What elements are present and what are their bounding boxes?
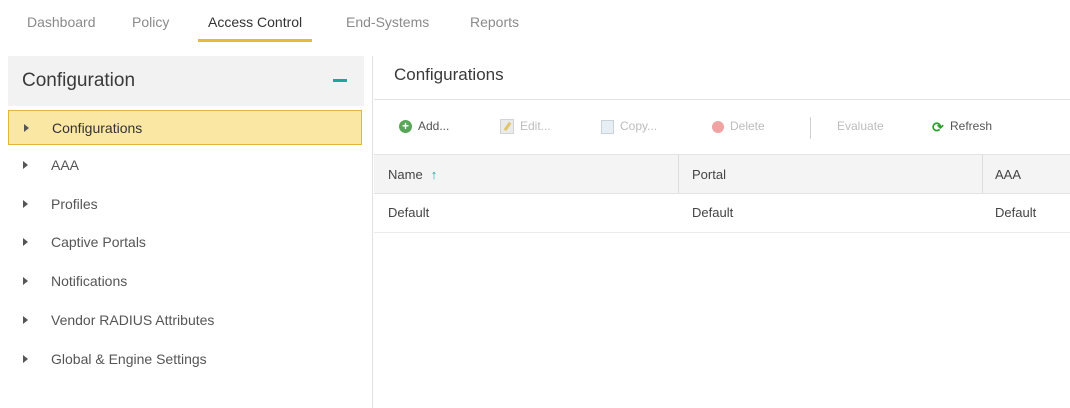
column-header-label: Name [388,167,423,182]
sidebar-header: Configuration [8,56,364,106]
edit-icon [500,119,514,135]
table-header: Name ↑ Portal AAA [374,154,1070,194]
chevron-right-icon [23,200,28,208]
column-resize-handle[interactable] [982,155,983,193]
chevron-right-icon [23,277,28,285]
toolbar: + Add... Edit... Copy... Delete Evaluate … [374,108,1070,148]
refresh-icon: ⟳ [932,118,944,135]
chevron-right-icon [23,238,28,246]
sort-ascending-icon: ↑ [430,167,438,182]
tab-dashboard[interactable]: Dashboard [27,14,96,39]
toolbar-separator [810,117,811,139]
sidebar-item-label: Configurations [52,120,143,136]
sidebar-item-captive-portals[interactable]: Captive Portals [8,225,362,260]
panel-divider[interactable] [372,56,373,408]
sidebar-item-label: Profiles [51,196,98,212]
edit-label: Edit... [520,119,551,133]
table-row[interactable]: Default Default Default [374,194,1070,233]
sidebar-item-label: Vendor RADIUS Attributes [51,312,215,328]
cell-aaa: Default [995,205,1037,220]
column-header-aaa[interactable]: AAA [995,167,1021,182]
chevron-right-icon [24,124,29,132]
page-title: Configurations [394,65,504,84]
collapse-icon[interactable] [333,79,347,82]
add-button[interactable]: + Add... [399,119,450,134]
refresh-button[interactable]: ⟳ Refresh [932,118,993,135]
sidebar: Configuration Configurations AAA Profile… [8,56,364,408]
title-divider [374,99,1070,100]
copy-label: Copy... [620,119,658,133]
sidebar-item-label: Global & Engine Settings [51,351,207,367]
chevron-right-icon [23,316,28,324]
sidebar-title: Configuration [22,70,136,91]
column-header-label: Portal [692,167,726,182]
copy-icon [601,119,614,134]
tab-access-control[interactable]: Access Control [198,14,313,42]
add-label: Add... [418,119,450,133]
edit-button[interactable]: Edit... [500,119,551,135]
delete-icon [712,120,724,133]
refresh-label: Refresh [950,119,993,133]
evaluate-label: Evaluate [837,119,884,133]
evaluate-button[interactable]: Evaluate [837,119,884,133]
delete-label: Delete [730,119,765,133]
column-header-portal[interactable]: Portal [692,167,726,182]
chevron-right-icon [23,161,28,169]
copy-button[interactable]: Copy... [601,119,657,134]
sidebar-item-label: Captive Portals [51,234,146,250]
chevron-right-icon [23,355,28,363]
sidebar-item-notifications[interactable]: Notifications [8,264,362,299]
cell-name: Default [388,205,430,220]
cell-portal: Default [692,205,734,220]
sidebar-item-configurations[interactable]: Configurations [8,110,362,145]
sidebar-item-aaa[interactable]: AAA [8,148,362,183]
sidebar-item-label: AAA [51,157,80,173]
sidebar-item-label: Notifications [51,273,128,289]
top-nav-tabs: Dashboard Policy Access Control End-Syst… [0,0,1070,46]
sidebar-item-vendor-radius-attributes[interactable]: Vendor RADIUS Attributes [8,303,362,338]
column-resize-handle[interactable] [678,155,679,193]
tab-end-systems[interactable]: End-Systems [346,14,429,39]
tab-policy[interactable]: Policy [132,14,169,39]
sidebar-item-global-engine-settings[interactable]: Global & Engine Settings [8,342,362,377]
column-header-label: AAA [995,167,1022,182]
sidebar-item-profiles[interactable]: Profiles [8,187,362,222]
delete-button[interactable]: Delete [712,119,765,133]
column-header-name[interactable]: Name ↑ [388,167,437,182]
add-icon: + [399,120,412,134]
tab-reports[interactable]: Reports [470,14,519,39]
main-panel: Configurations + Add... Edit... Copy... D… [374,56,1070,408]
